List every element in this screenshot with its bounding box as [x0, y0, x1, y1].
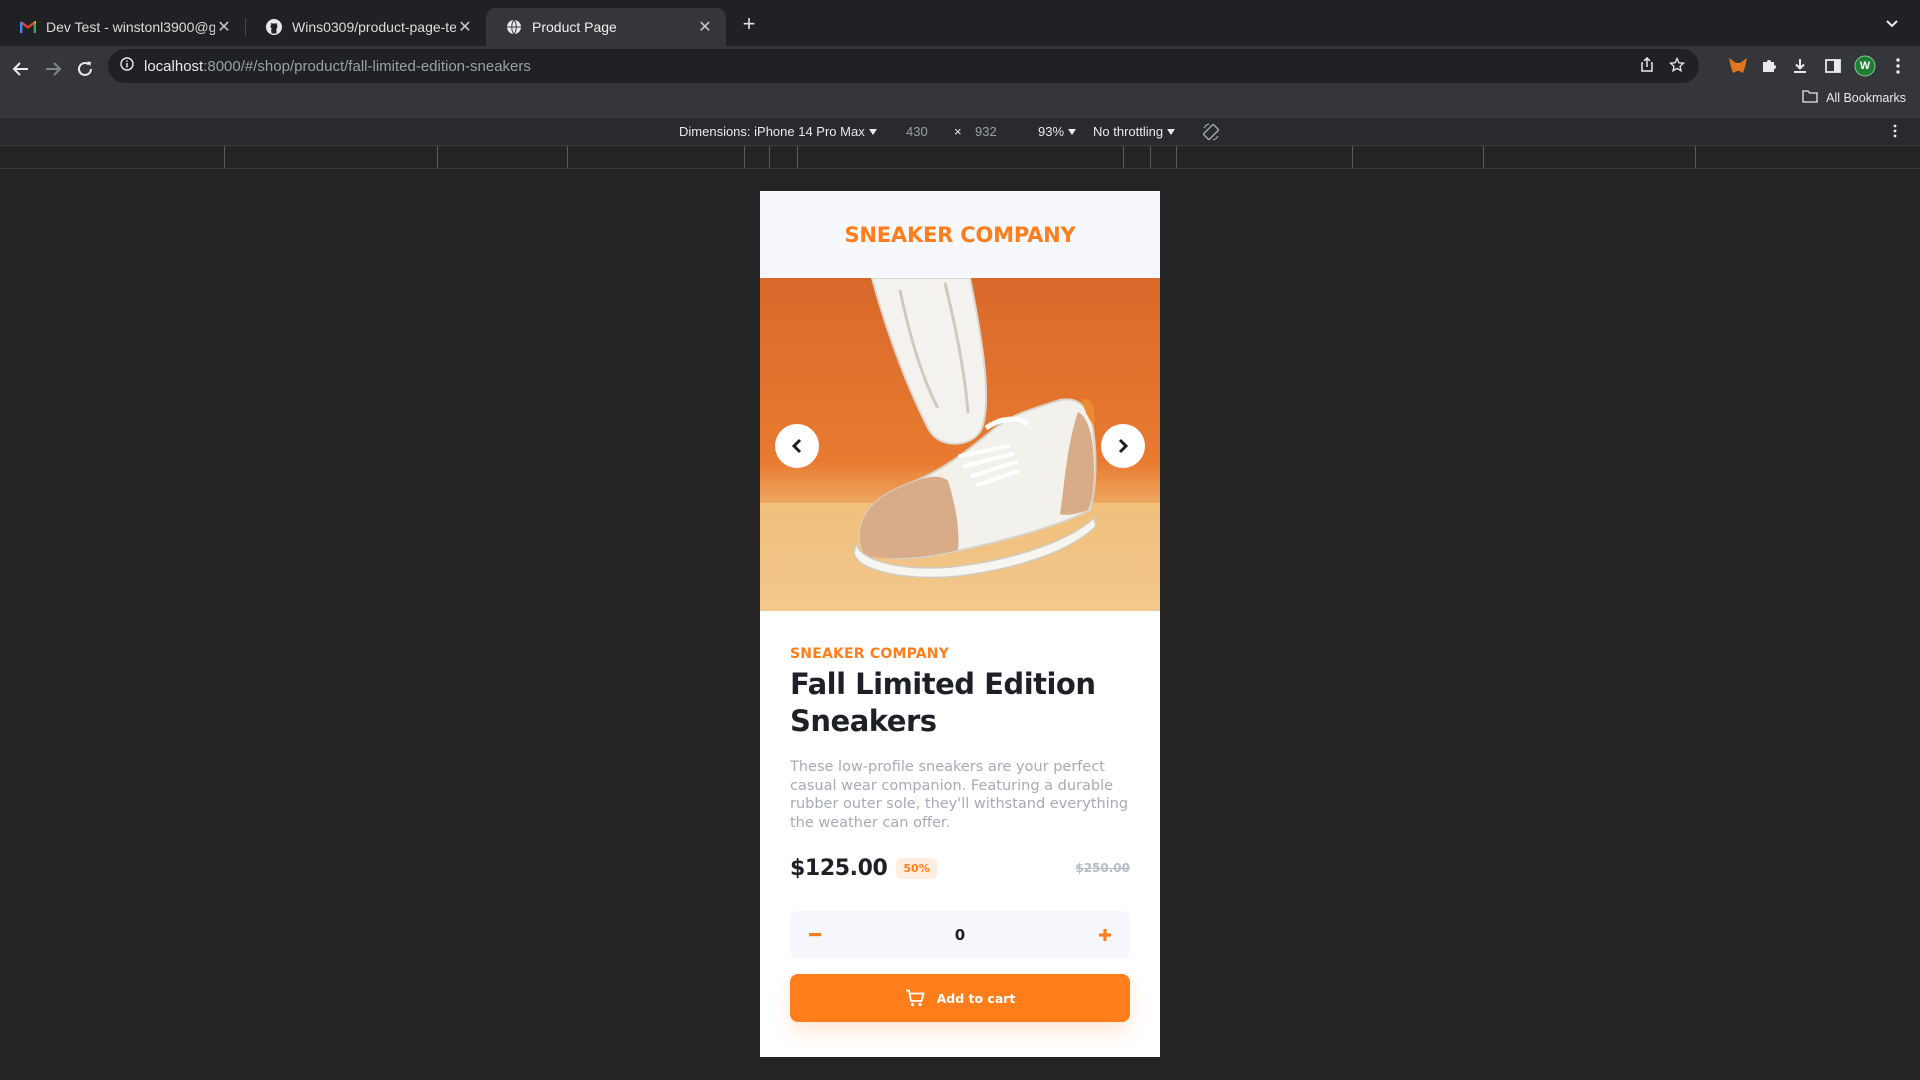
device-width-input[interactable]: 430: [906, 124, 928, 139]
browser-toolbar: localhost:8000/#/shop/product/fall-limit…: [0, 46, 1920, 126]
site-header: SNEAKER COMPANY: [760, 191, 1160, 278]
address-bar[interactable]: localhost:8000/#/shop/product/fall-limit…: [108, 49, 1699, 83]
ruler-tick[interactable]: [437, 146, 438, 168]
github-icon: [266, 19, 282, 35]
device-viewport: SNEAKER COMPANY SNEAKER COMPANY Fall Lim…: [760, 191, 1160, 1057]
side-panel-icon[interactable]: [1821, 54, 1845, 78]
ruler-tick[interactable]: [567, 146, 568, 168]
device-more-icon[interactable]: [1893, 124, 1897, 138]
site-info-icon[interactable]: [120, 56, 134, 76]
tab-product-page[interactable]: Product Page ✕: [486, 8, 726, 46]
product-company: SNEAKER COMPANY: [790, 646, 950, 662]
folder-icon: [1802, 90, 1818, 106]
original-price: $250.00: [1075, 861, 1130, 875]
ruler-tick[interactable]: [769, 146, 770, 168]
tab-title: Wins0309/product-page-test: [292, 19, 456, 35]
device-height-input[interactable]: 932: [975, 124, 997, 139]
new-tab-button[interactable]: +: [737, 10, 761, 38]
arrow-right-icon: [46, 62, 62, 76]
product-sneaker-image: [853, 278, 1097, 579]
next-image-button[interactable]: [1101, 424, 1145, 468]
reload-icon: [78, 61, 92, 76]
tab-github[interactable]: Wins0309/product-page-test ✕: [246, 8, 486, 46]
ruler-tick[interactable]: [1352, 146, 1353, 168]
price-row: $125.00 50% $250.00: [790, 852, 1130, 884]
cart-icon: [905, 989, 925, 1007]
ruler-tick[interactable]: [224, 146, 225, 168]
caret-down-icon: [868, 128, 877, 135]
decrease-quantity-button[interactable]: [804, 924, 826, 946]
url-host: localhost: [144, 57, 204, 75]
minus-icon: [809, 933, 821, 937]
rotate-device-icon[interactable]: [1201, 122, 1221, 142]
zoom-label: 93%: [1038, 124, 1065, 139]
ruler-tick[interactable]: [744, 146, 745, 168]
throttling-select[interactable]: No throttling: [1093, 124, 1176, 139]
ruler-tick[interactable]: [1483, 146, 1484, 168]
tab-search-chevron-icon[interactable]: [1880, 12, 1904, 36]
device-toolbar: Dimensions: iPhone 14 Pro Max 430 × 932 …: [0, 117, 1920, 146]
product-info: SNEAKER COMPANY Fall Limited Edition Sne…: [760, 611, 1160, 1022]
quantity-stepper: 0: [790, 911, 1130, 959]
product-title: Fall Limited Edition Sneakers: [790, 667, 1096, 738]
close-tab-icon[interactable]: ✕: [215, 17, 233, 37]
bookmark-star-icon[interactable]: [1668, 56, 1686, 78]
ruler-tick[interactable]: [1123, 146, 1124, 168]
tab-title: Product Page: [532, 19, 617, 35]
increase-quantity-button[interactable]: [1094, 924, 1116, 946]
close-tab-icon[interactable]: ✕: [456, 17, 474, 37]
url-path: :8000/#/shop/product/fall-limited-editio…: [203, 57, 531, 75]
forward-button[interactable]: [38, 54, 68, 84]
product-description: These low-profile sneakers are your perf…: [790, 759, 1129, 831]
ruler-tick[interactable]: [1150, 146, 1151, 168]
download-icon[interactable]: [1788, 54, 1812, 78]
all-bookmarks-button[interactable]: All Bookmarks: [1802, 90, 1906, 106]
times-separator: ×: [954, 124, 962, 139]
url-text: localhost:8000/#/shop/product/fall-limit…: [144, 58, 531, 75]
plus-icon: [1099, 929, 1111, 941]
discount-badge: 50%: [896, 857, 937, 879]
device-dimensions-label: Dimensions: iPhone 14 Pro Max: [679, 124, 865, 139]
media-query-ruler: [0, 146, 1920, 169]
device-dimensions-select[interactable]: Dimensions: iPhone 14 Pro Max: [679, 124, 877, 139]
tab-gmail[interactable]: Dev Test - winstonl3900@gmail.com ✕: [0, 8, 245, 46]
ruler-tick[interactable]: [1695, 146, 1696, 168]
product-image-gallery: [760, 278, 1160, 611]
share-icon[interactable]: [1639, 56, 1655, 78]
chevron-left-icon: [791, 438, 802, 454]
arrow-left-icon: [12, 62, 28, 76]
bookmarks-label: All Bookmarks: [1826, 91, 1906, 105]
current-price: $125.00: [790, 855, 888, 881]
reload-button[interactable]: [70, 54, 100, 84]
previous-image-button[interactable]: [775, 424, 819, 468]
add-to-cart-button[interactable]: Add to cart: [790, 974, 1130, 1022]
globe-icon: [506, 19, 522, 35]
quantity-value: 0: [954, 926, 966, 944]
throttling-label: No throttling: [1093, 124, 1164, 139]
extensions-puzzle-icon[interactable]: [1757, 54, 1781, 78]
tab-title: Dev Test - winstonl3900@gmail.com: [46, 19, 215, 35]
kebab-menu-icon[interactable]: [1886, 54, 1910, 78]
close-tab-icon[interactable]: ✕: [696, 17, 714, 37]
profile-initial: W: [1859, 60, 1871, 72]
site-logo[interactable]: SNEAKER COMPANY: [844, 223, 1075, 247]
chevron-right-icon: [1118, 438, 1129, 454]
caret-down-icon: [1068, 128, 1077, 135]
zoom-select[interactable]: 93%: [1038, 124, 1077, 139]
add-to-cart-label: Add to cart: [936, 990, 1016, 1006]
back-button[interactable]: [6, 54, 36, 84]
gmail-icon: [20, 19, 36, 35]
metamask-fox-icon[interactable]: [1726, 54, 1750, 78]
caret-down-icon: [1167, 128, 1176, 135]
ruler-tick[interactable]: [1176, 146, 1177, 168]
profile-avatar[interactable]: W: [1853, 54, 1877, 78]
ruler-tick[interactable]: [797, 146, 798, 168]
browser-tab-strip: Dev Test - winstonl3900@gmail.com ✕ Wins…: [0, 0, 1920, 46]
